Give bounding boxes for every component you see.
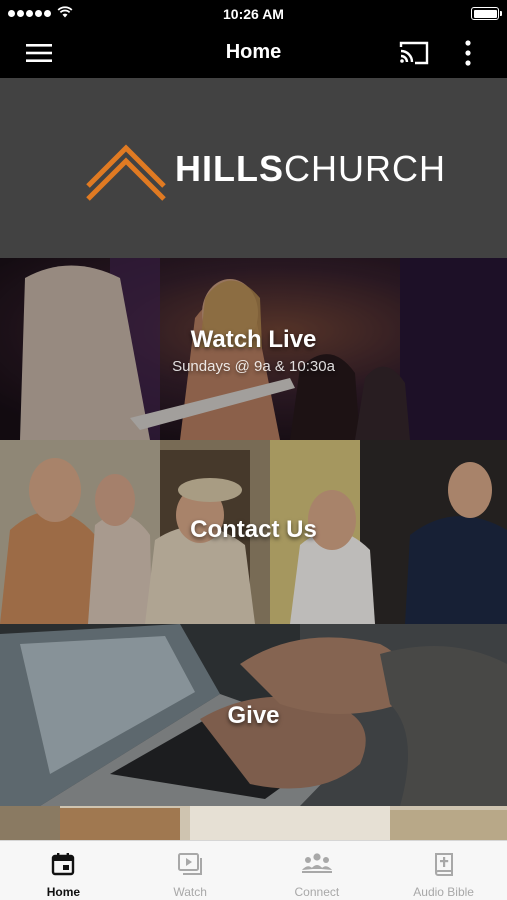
people-icon [301,853,332,873]
next-tile-peek[interactable] [0,806,507,840]
give-tile[interactable]: Give [0,624,507,806]
battery-icon [471,7,502,20]
give-caption: Give [0,702,507,730]
tab-home[interactable]: Home [0,841,127,900]
video-library-icon [178,853,203,875]
status-time: 10:26 AM [223,6,284,22]
contact-us-label: Contact Us [190,516,317,543]
tab-connect-label: Connect [294,885,340,899]
contact-us-tile[interactable]: Contact Us [0,440,507,624]
tab-watch[interactable]: Watch [127,841,254,900]
church-logo-text: HILLSCHURCH [175,148,446,189]
contact-us-caption: Contact Us [0,516,507,544]
cast-icon[interactable] [397,40,431,66]
church-logo-icon [86,144,166,201]
calendar-icon [52,853,75,876]
bible-icon [434,853,453,876]
tab-audio-bible[interactable]: Audio Bible [380,841,507,900]
status-bar: 10:26 AM [0,0,507,28]
tab-watch-label: Watch [173,885,207,899]
church-banner: HILLSCHURCH [0,78,507,258]
watch-live-label: Watch Live [190,326,317,353]
give-label: Give [227,702,280,729]
service-times-label: Sundays @ 9a & 10:30a [172,358,335,375]
tab-audio-bible-label: Audio Bible [413,885,474,899]
watch-live-tile[interactable]: Watch Live Sundays @ 9a & 10:30a [0,258,507,440]
more-options-icon[interactable] [456,38,480,68]
tab-home-label: Home [46,885,81,899]
bottom-tab-bar: Home Watch Connect Audio Bible [0,840,507,900]
app-bar: Home [0,28,507,78]
watch-live-caption: Watch Live Sundays @ 9a & 10:30a [0,326,507,375]
tab-connect[interactable]: Connect [254,841,381,900]
next-tile-photo [0,806,507,840]
